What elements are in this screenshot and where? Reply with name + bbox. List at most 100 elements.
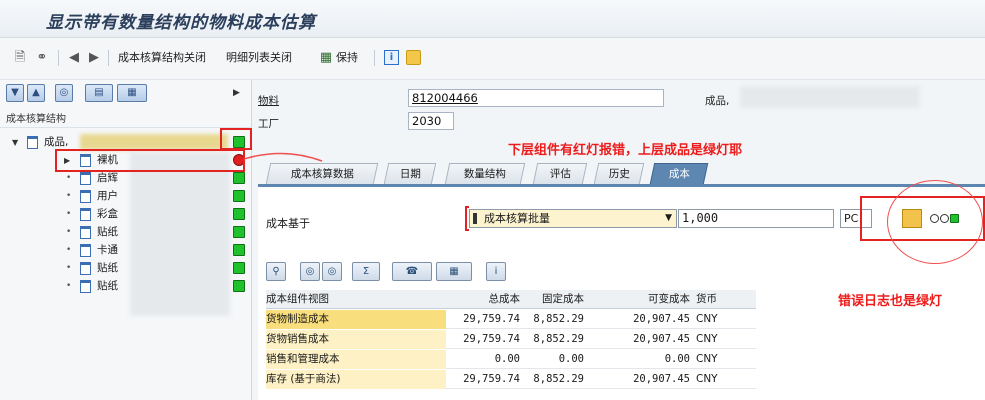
- find-icon[interactable]: ◎: [300, 262, 320, 281]
- tree-item-label: 贴纸: [97, 280, 118, 292]
- tab-history[interactable]: 历史: [593, 163, 645, 184]
- redacted-block: [80, 134, 228, 150]
- window-title: 显示带有数量结构的物料成本估算: [46, 13, 316, 33]
- table-row[interactable]: 销售和管理成本 0.00 0.00 0.00 CNY: [266, 350, 756, 369]
- tree-item-label: 用户: [97, 190, 118, 202]
- tab-label: 成本: [668, 168, 690, 180]
- tab-label: 数量结构: [463, 168, 506, 180]
- cost-basis-select[interactable]: 成本核算批量 ▼: [469, 209, 677, 228]
- tab-dates[interactable]: 日期: [383, 163, 437, 184]
- table-cell: CNY: [696, 313, 718, 325]
- tab-costs[interactable]: 成本: [649, 163, 709, 184]
- column-header[interactable]: 总成本: [446, 290, 521, 309]
- table-cell: 库存 (基于商法): [266, 370, 446, 389]
- tab-valuation[interactable]: 评估: [532, 163, 588, 184]
- collapse-all-icon[interactable]: ▲: [27, 84, 45, 102]
- tab-label: 日期: [399, 168, 421, 180]
- table-cell: 货物销售成本: [266, 330, 446, 349]
- column-header[interactable]: 固定成本: [520, 290, 584, 309]
- table-cell: CNY: [696, 373, 718, 385]
- details-icon[interactable]: ⚲: [266, 262, 286, 281]
- material-icon: [80, 280, 91, 293]
- column-header[interactable]: 成本组件视图: [266, 290, 446, 309]
- tree-dot: •: [66, 245, 72, 255]
- table-cell: 20,907.45: [633, 333, 690, 345]
- table-cell: 0.00: [494, 353, 520, 365]
- table-row[interactable]: 货物销售成本 29,759.74 8,852.29 20,907.45 CNY: [266, 330, 756, 349]
- layout-select-icon[interactable]: ▦: [436, 262, 472, 281]
- table-cell: 29,759.74: [463, 333, 520, 345]
- material-icon: [80, 208, 91, 221]
- sap-cost-estimate-screen: 显示带有数量结构的物料成本估算 🗎 ⚭ ◀ ▶ 成本核算结构关闭 明细列表关闭 …: [0, 0, 985, 400]
- previous-arrow-icon[interactable]: ◀: [66, 50, 82, 66]
- layout-icon[interactable]: ▦: [117, 84, 147, 102]
- material-icon: [27, 136, 38, 149]
- glasses-display-icon[interactable]: ⚭: [34, 50, 50, 66]
- find-next-icon[interactable]: ◎: [322, 262, 342, 281]
- hold-button[interactable]: 保持: [336, 48, 358, 68]
- dropdown-arrow-icon[interactable]: ▼: [665, 210, 672, 227]
- annotation-right: 错误日志也是绿灯: [838, 294, 943, 309]
- new-document-icon[interactable]: 🗎: [12, 50, 28, 66]
- plant-field[interactable]: 2030: [408, 112, 454, 130]
- tree-item-label: 启辉: [97, 172, 118, 184]
- redacted-block: [130, 152, 230, 316]
- tree-item-label: 卡通: [97, 244, 118, 256]
- tree-dot: •: [66, 191, 72, 201]
- table-cell: 29,759.74: [463, 373, 520, 385]
- collapse-cost-structure-button[interactable]: 成本核算结构关闭: [118, 48, 206, 68]
- table-row[interactable]: 货物制造成本 29,759.74 8,852.29 20,907.45 CNY: [266, 310, 756, 329]
- material-icon: [80, 226, 91, 239]
- tree-dot: •: [66, 263, 72, 273]
- highlight-box-red-item: [55, 149, 245, 172]
- table-cell: 8,852.29: [533, 373, 584, 385]
- table-cell: CNY: [696, 333, 718, 345]
- table-cell: 8,852.29: [533, 333, 584, 345]
- more-arrow-icon[interactable]: ▶: [233, 88, 240, 98]
- toolbar-separator: [58, 50, 59, 66]
- tab-label: 历史: [608, 168, 630, 180]
- status-green-icon: [233, 190, 245, 202]
- column-header[interactable]: 货币: [696, 290, 756, 309]
- table-cell: 0.00: [558, 353, 584, 365]
- status-green-icon: [233, 208, 245, 220]
- print-icon[interactable]: ▤: [85, 84, 113, 102]
- tab-quantity-structure[interactable]: 数量结构: [444, 163, 526, 184]
- expanded-triangle-icon[interactable]: ▼: [12, 134, 18, 151]
- next-arrow-icon[interactable]: ▶: [86, 50, 102, 66]
- table-cell: CNY: [696, 353, 718, 365]
- tab-costing-data[interactable]: 成本核算数据: [265, 163, 379, 184]
- info-icon[interactable]: i: [384, 50, 399, 65]
- status-green-icon: [233, 262, 245, 274]
- grid-info-icon[interactable]: i: [486, 262, 506, 281]
- product-label: 成品,: [705, 95, 730, 107]
- sum-icon[interactable]: Σ: [352, 262, 380, 281]
- grid-header-row: 成本组件视图 总成本 固定成本 可变成本 货币: [266, 290, 756, 309]
- collapse-detail-list-button[interactable]: 明细列表关闭: [226, 48, 292, 68]
- field-marker-icon: [473, 213, 477, 224]
- column-header[interactable]: 可变成本: [584, 290, 690, 309]
- title-bar: 显示带有数量结构的物料成本估算: [0, 0, 985, 38]
- table-cell: 0.00: [664, 353, 690, 365]
- annotation-top: 下层组件有红灯报错，上层成品是绿灯耶: [508, 143, 743, 158]
- application-toolbar: 🗎 ⚭ ◀ ▶ 成本核算结构关闭 明细列表关闭 ▦ 保持 i: [0, 38, 985, 80]
- material-field[interactable]: 812004466: [408, 89, 664, 107]
- table-row[interactable]: 库存 (基于商法) 29,759.74 8,852.29 20,907.45 C…: [266, 370, 756, 389]
- tree-item-label: 贴纸: [97, 226, 118, 238]
- print-preview-icon[interactable]: ☎: [392, 262, 432, 281]
- status-green-icon: [233, 226, 245, 238]
- tree-dot: •: [66, 209, 72, 219]
- material-icon: [80, 262, 91, 275]
- cost-basis-value: 成本核算批量: [484, 212, 550, 225]
- binoculars-find-icon[interactable]: ◎: [55, 84, 73, 102]
- status-green-icon: [233, 244, 245, 256]
- table-cell: 8,852.29: [533, 313, 584, 325]
- tree-dot: •: [66, 281, 72, 291]
- costing-lot-size-field[interactable]: 1,000: [678, 209, 834, 228]
- material-icon: [80, 190, 91, 203]
- help-icon[interactable]: [406, 50, 421, 68]
- table-cell: 20,907.45: [633, 373, 690, 385]
- tree-item-label: 贴纸: [97, 262, 118, 274]
- expand-all-icon[interactable]: ▼: [6, 84, 24, 102]
- tab-label: 评估: [549, 168, 571, 180]
